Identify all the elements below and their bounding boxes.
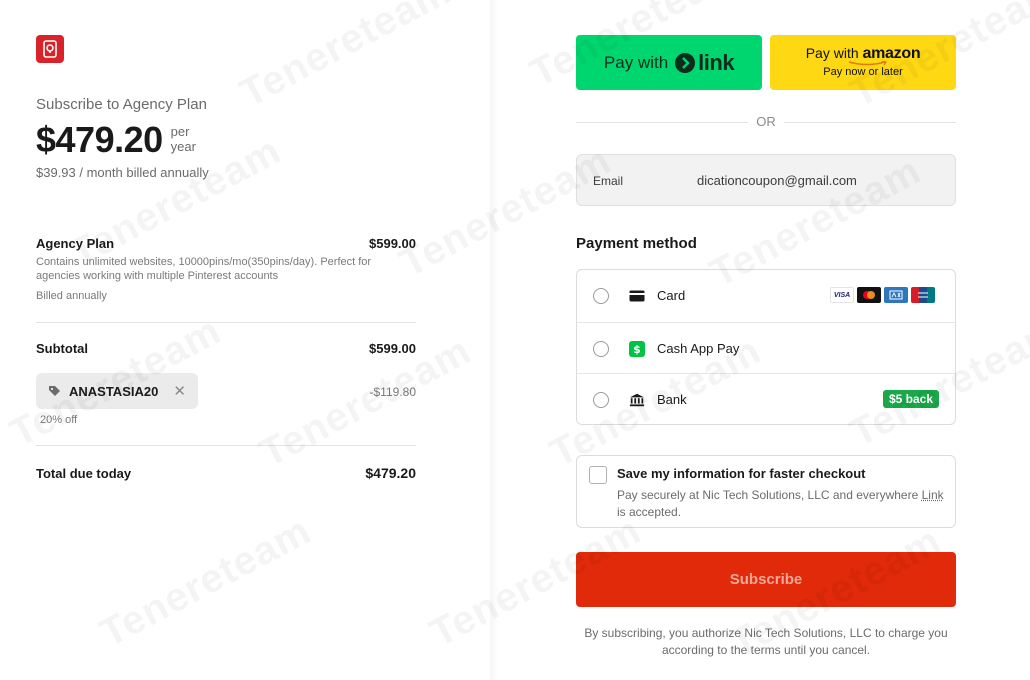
amazon-pay-label: Pay with amazon	[770, 45, 956, 63]
amazon-brand: amazon	[863, 45, 921, 62]
payment-panel: Pay with link Pay with amazon Pay now or…	[498, 0, 1030, 680]
amazon-subtext: Pay now or later	[770, 66, 956, 78]
pay-with-link-button[interactable]: Pay with link	[576, 35, 762, 90]
cash-app-icon: $	[629, 341, 645, 357]
save-info-box: Save my information for faster checkout …	[576, 455, 956, 528]
payment-method-list: Card VISA $ Cash App Pay Bank $5 back	[576, 269, 956, 425]
line-item-description: Contains unlimited websites, 10000pins/m…	[36, 255, 396, 283]
subtotal-label: Subtotal	[36, 341, 88, 356]
card-label: Card	[657, 288, 685, 303]
bank-icon	[629, 392, 645, 408]
price-period: per year	[171, 124, 196, 154]
discount-value: -$119.80	[370, 385, 416, 399]
link-pay-text: Pay with	[604, 53, 668, 73]
svg-text:$: $	[633, 343, 641, 356]
promo-code-chip: ANASTASIA20 ✕	[36, 373, 198, 409]
payment-option-bank[interactable]: Bank $5 back	[577, 373, 955, 424]
link-arrow-icon	[675, 53, 695, 73]
cash-app-label: Cash App Pay	[657, 341, 739, 356]
link-inline[interactable]: Link	[922, 488, 944, 502]
order-summary-panel: Subscribe to Agency Plan $479.20 per yea…	[0, 0, 490, 680]
total-price: $479.20	[36, 118, 163, 162]
save-info-desc-prefix: Pay securely at Nic Tech Solutions, LLC …	[617, 488, 922, 502]
amazon-pay-with: Pay with	[806, 45, 859, 61]
discount-percent: 20% off	[40, 414, 77, 426]
card-radio[interactable]	[593, 288, 609, 304]
save-info-title: Save my information for faster checkout	[617, 466, 866, 481]
card-brand-logos: VISA	[830, 287, 935, 303]
unionpay-icon	[911, 287, 935, 303]
divider	[36, 445, 416, 446]
pin-location-icon	[42, 40, 58, 58]
payment-option-cash-app[interactable]: $ Cash App Pay	[577, 322, 955, 373]
amex-icon	[884, 287, 908, 303]
promo-code: ANASTASIA20	[69, 384, 158, 399]
tag-icon	[48, 385, 61, 398]
price-year: year	[171, 139, 196, 154]
total-due-label: Total due today	[36, 466, 131, 481]
line-item-price: $599.00	[369, 236, 416, 251]
save-info-checkbox[interactable]	[589, 466, 607, 484]
or-line-right	[784, 122, 956, 123]
line-item-name: Agency Plan	[36, 236, 114, 251]
email-label: Email	[593, 174, 623, 188]
subscribe-plan-heading: Subscribe to Agency Plan	[36, 96, 207, 113]
email-value: dicationcoupon@gmail.com	[697, 173, 857, 188]
divider	[36, 322, 416, 323]
email-field[interactable]: Email dicationcoupon@gmail.com	[576, 154, 956, 206]
visa-icon: VISA	[830, 287, 854, 303]
remove-promo-close-icon[interactable]: ✕	[173, 382, 186, 400]
save-info-description: Pay securely at Nic Tech Solutions, LLC …	[617, 487, 947, 521]
mastercard-icon	[857, 287, 881, 303]
link-brand: link	[698, 50, 734, 76]
pay-with-amazon-button[interactable]: Pay with amazon Pay now or later	[770, 35, 956, 90]
line-item-billing: Billed annually	[36, 290, 107, 302]
credit-card-icon	[629, 288, 645, 304]
or-divider: OR	[576, 114, 956, 130]
payment-method-title: Payment method	[576, 235, 697, 252]
payment-option-card[interactable]: Card VISA	[577, 270, 955, 321]
subscribe-button[interactable]: Subscribe	[576, 552, 956, 607]
bank-label: Bank	[657, 392, 687, 407]
price-per: per	[171, 124, 196, 139]
save-info-desc-suffix: is accepted.	[617, 505, 681, 519]
total-due-value: $479.20	[365, 465, 416, 481]
monthly-note: $39.93 / month billed annually	[36, 165, 209, 180]
subtotal-value: $599.00	[369, 341, 416, 356]
price-row: $479.20 per year	[36, 118, 196, 162]
brand-logo[interactable]	[36, 35, 64, 63]
cashback-badge: $5 back	[883, 390, 939, 408]
bank-radio[interactable]	[593, 392, 609, 408]
terms-text: By subscribing, you authorize Nic Tech S…	[576, 625, 956, 659]
cash-app-radio[interactable]	[593, 341, 609, 357]
panel-divider	[490, 0, 498, 680]
